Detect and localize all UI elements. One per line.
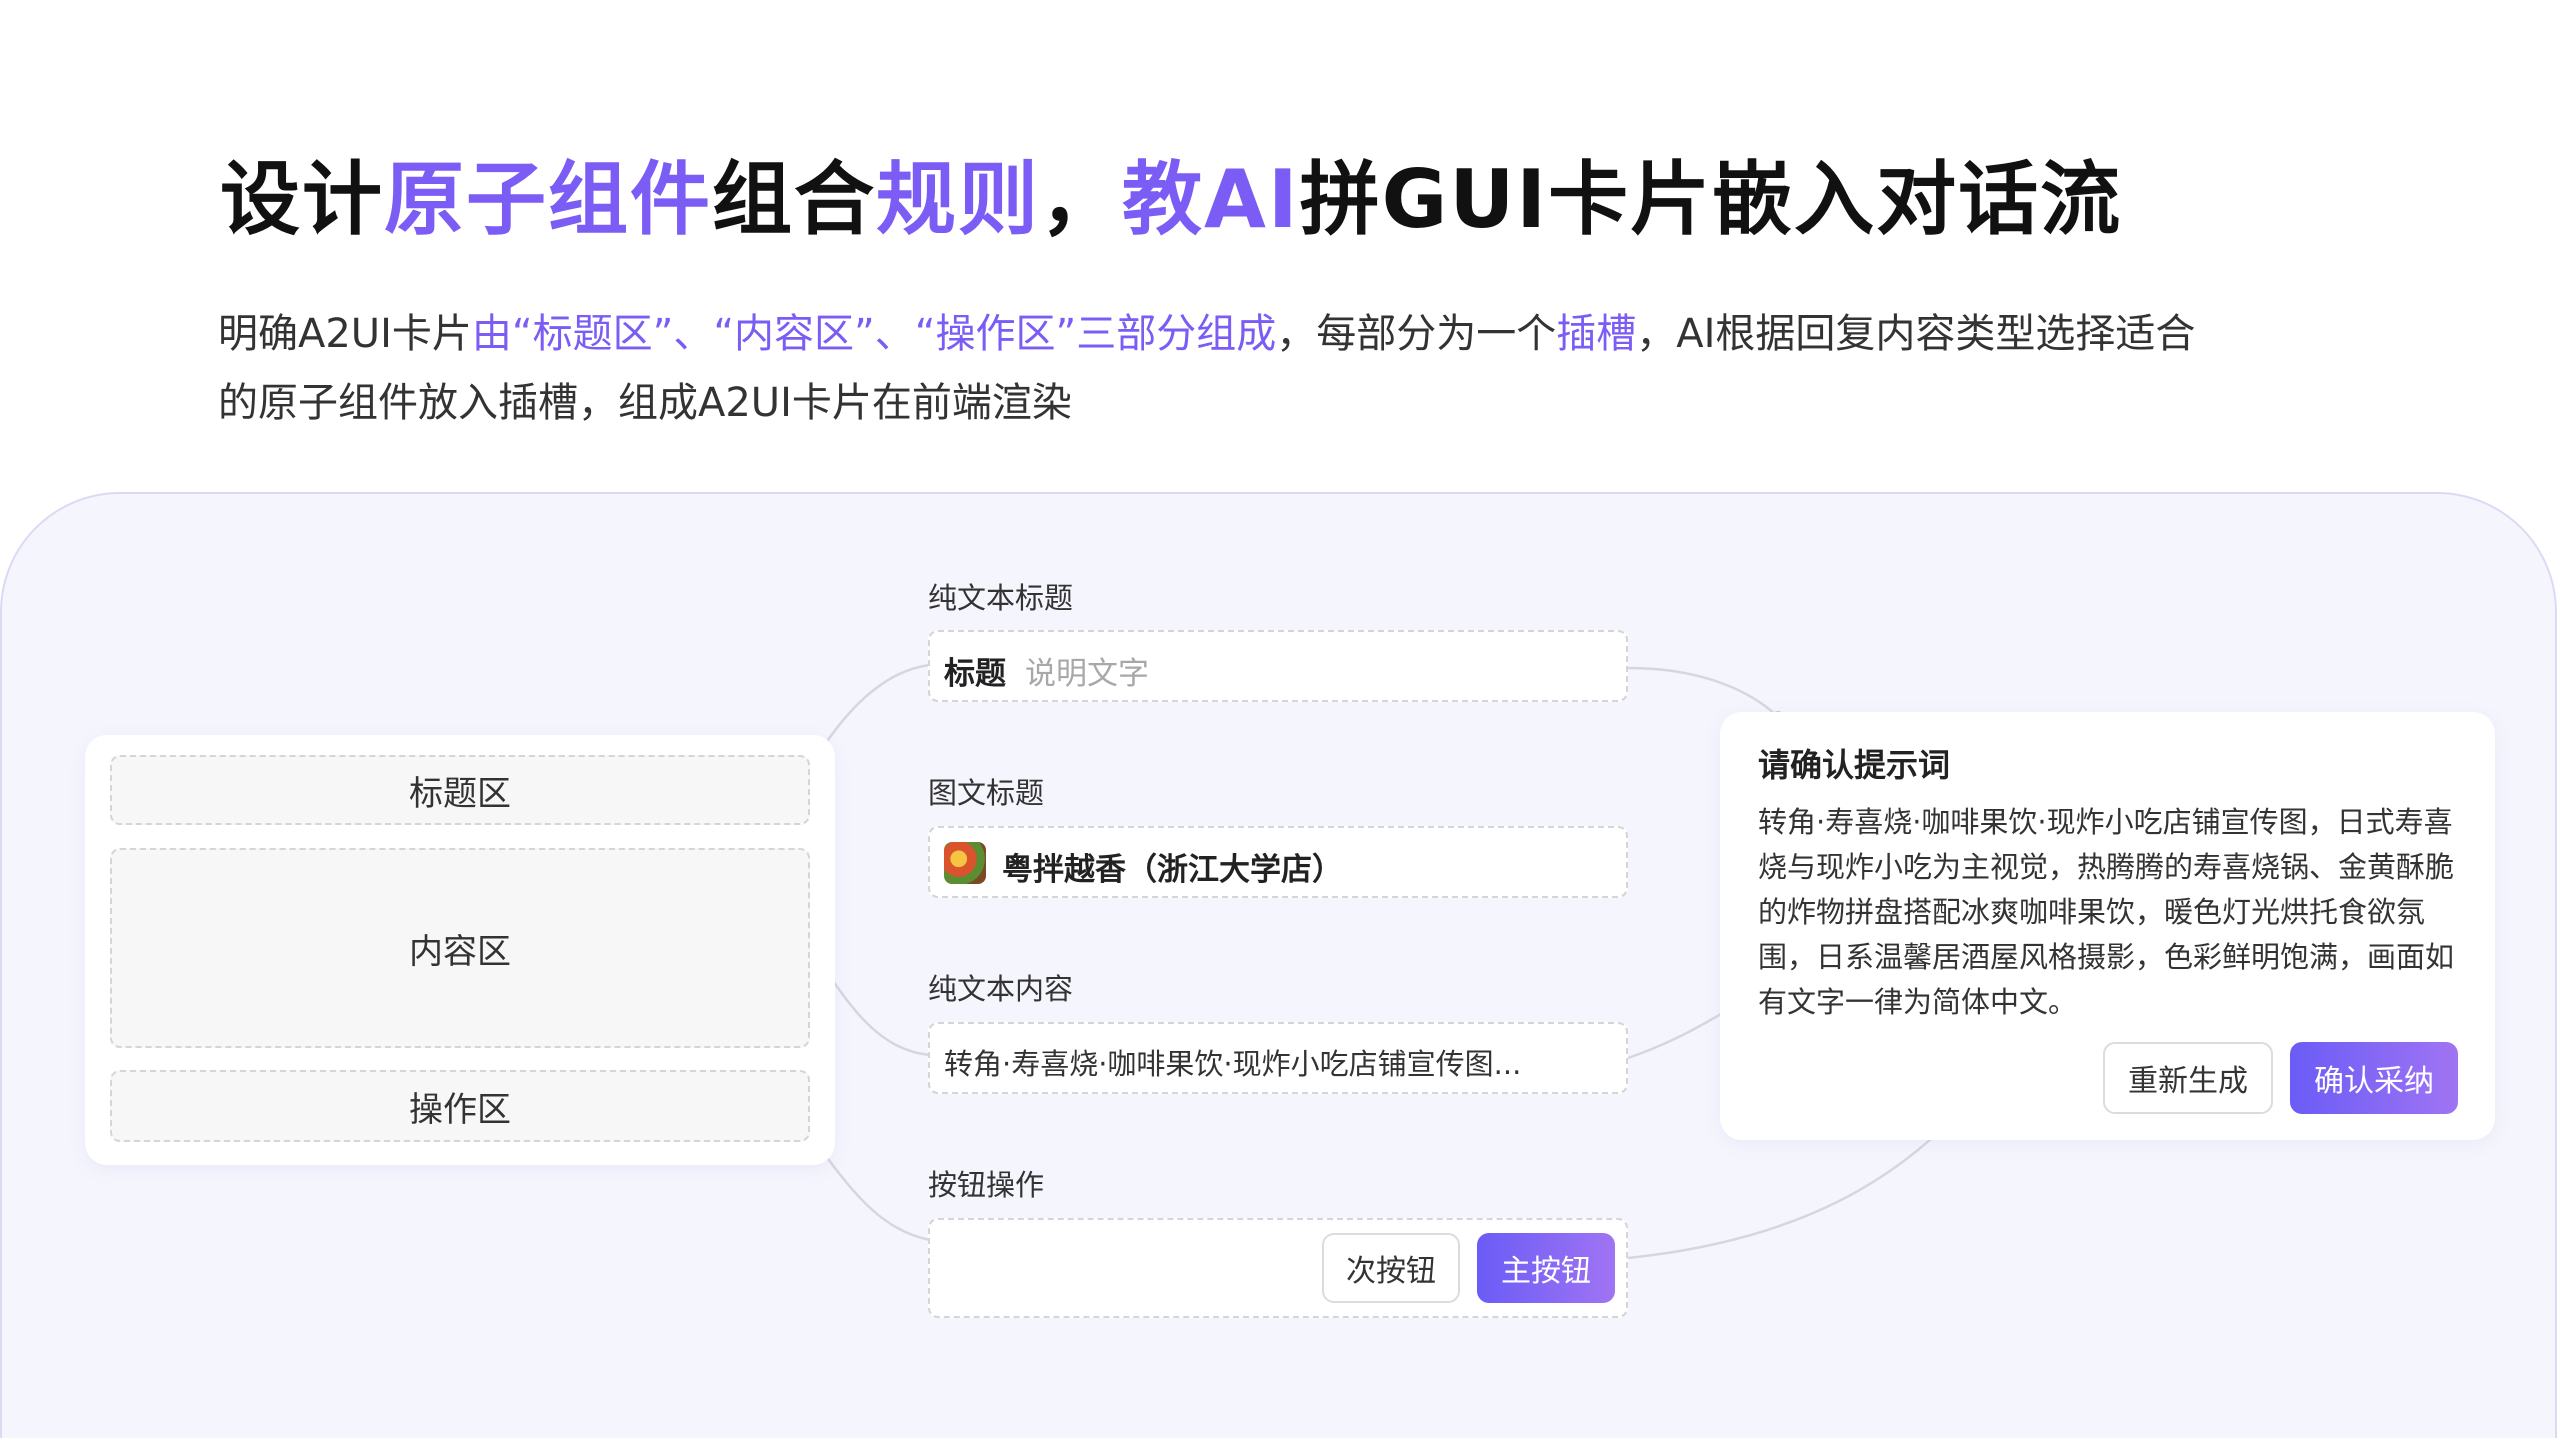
primary-button[interactable]: 主按钮 — [1477, 1233, 1615, 1303]
slot-image-title: 粤拌越香（浙江大学店） — [928, 826, 1628, 898]
slot-plain-title: 标题 说明文字 — [928, 630, 1628, 702]
regenerate-button[interactable]: 重新生成 — [2103, 1042, 2273, 1114]
zone-content: 内容区 — [110, 848, 810, 1048]
example-card: 请确认提示词 转角·寿喜烧·咖啡果饮·现炸小吃店铺宣传图，日式寿喜烧与现炸小吃为… — [1720, 712, 2495, 1140]
slot-button-action: 次按钮 主按钮 — [928, 1218, 1628, 1318]
zone-title: 标题区 — [110, 755, 810, 825]
slot-label-image-title: 图文标题 — [928, 776, 1045, 810]
slot-label-plain-content: 纯文本内容 — [928, 972, 1074, 1006]
confirm-adopt-button[interactable]: 确认采纳 — [2290, 1042, 2458, 1114]
zone-action: 操作区 — [110, 1070, 810, 1142]
slot-label-button-action: 按钮操作 — [928, 1168, 1045, 1202]
connector-title-example — [1627, 666, 1779, 718]
slot-content-text: 转角·寿喜烧·咖啡果饮·现炸小吃店铺宣传图... — [944, 1047, 1522, 1081]
slot-title-text: 标题 — [944, 656, 1006, 692]
slot-image-title-text: 粤拌越香（浙江大学店） — [1002, 852, 1343, 888]
example-card-heading: 请确认提示词 — [1758, 746, 1951, 784]
example-card-body: 转角·寿喜烧·咖啡果饮·现炸小吃店铺宣传图，日式寿喜烧与现炸小吃为主视觉，热腾腾… — [1758, 805, 2455, 1019]
card-structure: 标题区 内容区 操作区 — [85, 735, 835, 1165]
slot-caption-text: 说明文字 — [1025, 656, 1149, 692]
slot-plain-content: 转角·寿喜烧·咖啡果饮·现炸小吃店铺宣传图... — [928, 1022, 1628, 1094]
slot-label-plain-title: 纯文本标题 — [928, 581, 1074, 615]
secondary-button[interactable]: 次按钮 — [1322, 1233, 1460, 1303]
food-photo-icon — [944, 842, 986, 884]
